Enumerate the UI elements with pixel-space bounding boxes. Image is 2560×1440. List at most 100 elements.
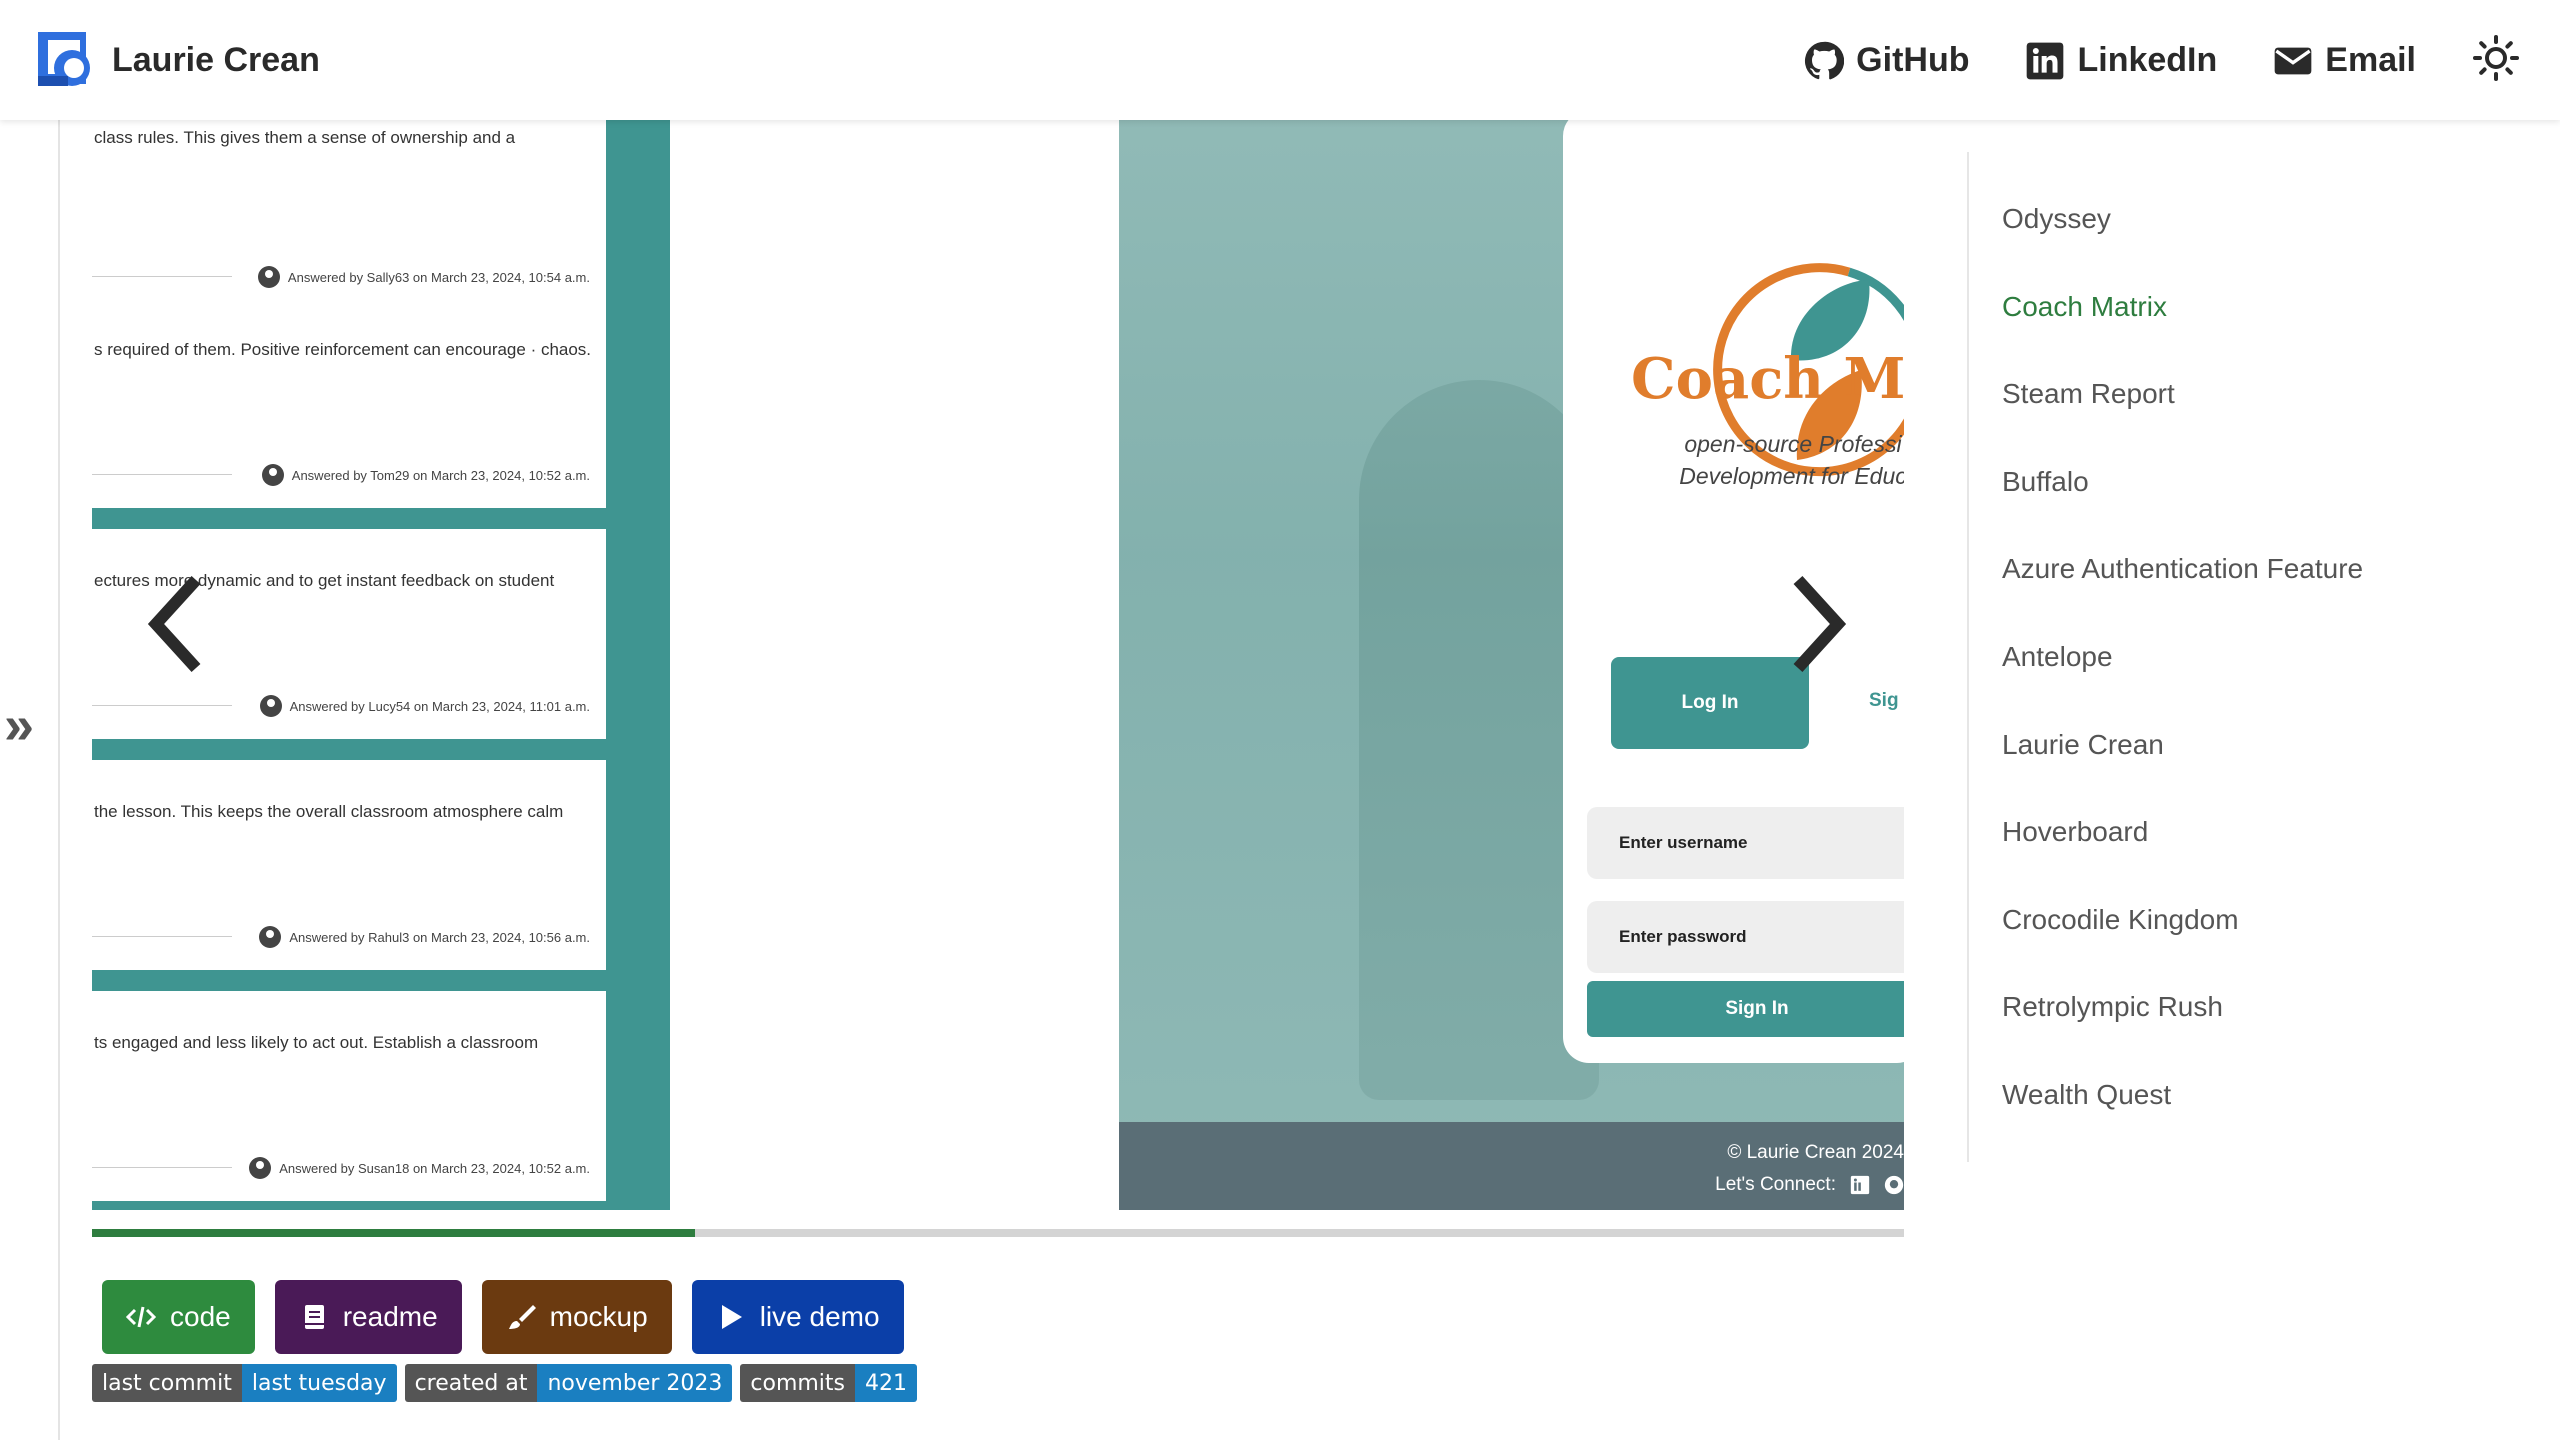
sidebar-item-retrolympic-rush[interactable]: Retrolympic Rush bbox=[2002, 984, 2363, 1072]
readme-button[interactable]: readme bbox=[274, 1280, 462, 1354]
slide-login-screenshot: Coach Mat open-source Professi Developme… bbox=[1119, 120, 1904, 1210]
sidebar-item-laurie-crean[interactable]: Laurie Crean bbox=[2002, 722, 2363, 810]
login-card: Coach Mat open-source Professi Developme… bbox=[1563, 120, 1904, 1063]
created-at-badge[interactable]: created at november 2023 bbox=[404, 1364, 733, 1402]
live-demo-button[interactable]: live demo bbox=[691, 1280, 904, 1354]
answer-text: the lesson. This keeps the overall class… bbox=[94, 802, 564, 821]
left-rail-divider bbox=[58, 120, 60, 1440]
divider bbox=[92, 936, 232, 937]
carousel-next-icon[interactable] bbox=[1788, 574, 1848, 674]
user-avatar-icon bbox=[259, 695, 282, 717]
divider bbox=[92, 705, 232, 706]
linkedin-icon bbox=[2027, 42, 2064, 79]
sidebar-item-wealth-quest[interactable]: Wealth Quest bbox=[2002, 1072, 2363, 1160]
sidebar-item-antelope[interactable]: Antelope bbox=[2002, 634, 2363, 722]
code-button[interactable]: code bbox=[102, 1280, 255, 1354]
github-label: GitHub bbox=[1856, 41, 1970, 79]
carousel-prev-icon[interactable] bbox=[146, 574, 206, 674]
projects-sidebar: Odyssey Coach Matrix Steam Report Buffal… bbox=[2002, 196, 2363, 1160]
answer-card: class rules. This gives them a sense of … bbox=[92, 120, 606, 310]
code-button-label: code bbox=[170, 1301, 231, 1332]
repo-badges: last commit last tuesday created at nove… bbox=[92, 1364, 918, 1402]
paintbrush-icon bbox=[508, 1305, 536, 1329]
sidebar-item-steam-report[interactable]: Steam Report bbox=[2002, 371, 2363, 459]
app-title-part-a: Coach Ma bbox=[1631, 346, 1904, 412]
answer-meta-text: Answered by Rahul3 on March 23, 2024, 10… bbox=[289, 929, 590, 945]
footer-connect: Let's Connect: bbox=[1715, 1174, 1904, 1196]
project-carousel: class rules. This gives them a sense of … bbox=[92, 120, 1904, 1210]
sidebar-item-coach-matrix[interactable]: Coach Matrix bbox=[2002, 284, 2363, 372]
sidebar-item-crocodile-kingdom[interactable]: Crocodile Kingdom bbox=[2002, 897, 2363, 985]
site-logo-icon bbox=[34, 30, 94, 90]
answer-meta: Answered by Tom29 on March 23, 2024, 10:… bbox=[261, 464, 590, 486]
divider bbox=[92, 474, 232, 475]
badge-key: created at bbox=[404, 1364, 538, 1402]
sign-in-button[interactable]: Sign In bbox=[1587, 981, 1904, 1037]
answer-meta: Answered by Susan18 on March 23, 2024, 1… bbox=[249, 1157, 590, 1179]
linkedin-label: LinkedIn bbox=[2077, 41, 2218, 79]
book-icon bbox=[304, 1305, 324, 1329]
mockup-button[interactable]: mockup bbox=[481, 1280, 672, 1354]
brand-link[interactable]: Laurie Crean bbox=[34, 30, 320, 90]
answer-meta-text: Answered by Sally63 on March 23, 2024, 1… bbox=[287, 269, 590, 285]
badge-value: last tuesday bbox=[241, 1364, 397, 1402]
code-icon bbox=[126, 1306, 156, 1328]
app-title: Coach Mat bbox=[1631, 346, 1904, 412]
answer-meta-text: Answered by Lucy54 on March 23, 2024, 11… bbox=[289, 698, 590, 714]
mockup-button-label: mockup bbox=[549, 1301, 648, 1332]
badge-key: last commit bbox=[92, 1364, 242, 1402]
live-demo-button-label: live demo bbox=[759, 1301, 880, 1332]
answer-meta: Answered by Lucy54 on March 23, 2024, 11… bbox=[259, 695, 590, 717]
user-avatar-icon bbox=[249, 1157, 272, 1179]
github-icon bbox=[1805, 41, 1845, 79]
carousel-progress-bar bbox=[92, 1229, 1904, 1237]
user-avatar-icon bbox=[257, 266, 280, 288]
app-subtitle: open-source Professi Development for Edu… bbox=[1643, 428, 1904, 492]
sidebar-item-hoverboard[interactable]: Hoverboard bbox=[2002, 809, 2363, 897]
answer-meta-text: Answered by Tom29 on March 23, 2024, 10:… bbox=[291, 467, 590, 483]
answer-card: the lesson. This keeps the overall class… bbox=[92, 760, 606, 970]
expand-sidebar-icon[interactable]: » bbox=[4, 698, 34, 752]
tab-login[interactable]: Log In bbox=[1611, 657, 1809, 749]
answer-meta-text: Answered by Susan18 on March 23, 2024, 1… bbox=[279, 1160, 590, 1176]
email-label: Email bbox=[2325, 41, 2416, 79]
answer-meta: Answered by Rahul3 on March 23, 2024, 10… bbox=[259, 926, 590, 948]
user-avatar-icon bbox=[259, 926, 282, 948]
linkedin-icon bbox=[1850, 1175, 1870, 1195]
sidebar-divider bbox=[1967, 152, 1969, 1162]
app-subtitle-line: open-source Professi bbox=[1684, 431, 1902, 457]
app-subtitle-line: Development for Educ bbox=[1679, 463, 1904, 489]
sun-icon bbox=[2473, 35, 2519, 81]
readme-button-label: readme bbox=[342, 1301, 438, 1332]
last-commit-badge[interactable]: last commit last tuesday bbox=[92, 1364, 397, 1402]
linkedin-link[interactable]: LinkedIn bbox=[2025, 41, 2217, 81]
sidebar-item-azure-authentication-feature[interactable]: Azure Authentication Feature bbox=[2002, 546, 2363, 634]
password-field[interactable]: Enter password bbox=[1587, 901, 1904, 973]
footer-copyright: © Laurie Crean 2024 bbox=[1727, 1142, 1904, 1163]
user-avatar-icon bbox=[261, 464, 284, 486]
answer-text: ts engaged and less likely to act out. E… bbox=[94, 1033, 539, 1052]
badge-key: commits bbox=[740, 1364, 856, 1402]
sidebar-item-buffalo[interactable]: Buffalo bbox=[2002, 459, 2363, 547]
tab-signup[interactable]: Sig bbox=[1869, 690, 1899, 712]
username-field[interactable]: Enter username bbox=[1587, 807, 1904, 879]
divider bbox=[92, 1167, 232, 1168]
carousel-progress-fill bbox=[92, 1229, 696, 1237]
answer-card: s required of them. Positive reinforceme… bbox=[92, 298, 606, 508]
badge-value: 421 bbox=[855, 1364, 918, 1402]
project-actions: code readme mockup live demo bbox=[102, 1280, 904, 1354]
footer-connect-label: Let's Connect: bbox=[1715, 1174, 1836, 1195]
answer-card: ts engaged and less likely to act out. E… bbox=[92, 991, 606, 1201]
sidebar-item-odyssey[interactable]: Odyssey bbox=[2002, 196, 2363, 284]
answer-meta: Answered by Sally63 on March 23, 2024, 1… bbox=[257, 266, 590, 288]
theme-toggle-button[interactable] bbox=[2472, 34, 2520, 87]
screenshot-footer: © Laurie Crean 2024 Let's Connect: bbox=[1119, 1122, 1904, 1210]
answer-text: s required of them. Positive reinforceme… bbox=[94, 340, 592, 359]
commits-badge[interactable]: commits 421 bbox=[740, 1364, 918, 1402]
play-icon bbox=[721, 1305, 742, 1329]
top-nav: GitHub LinkedIn Email bbox=[1804, 34, 2520, 87]
github-icon bbox=[1884, 1175, 1904, 1195]
badge-value: november 2023 bbox=[537, 1364, 733, 1402]
email-link[interactable]: Email bbox=[2273, 41, 2416, 81]
github-link[interactable]: GitHub bbox=[1804, 41, 1969, 81]
